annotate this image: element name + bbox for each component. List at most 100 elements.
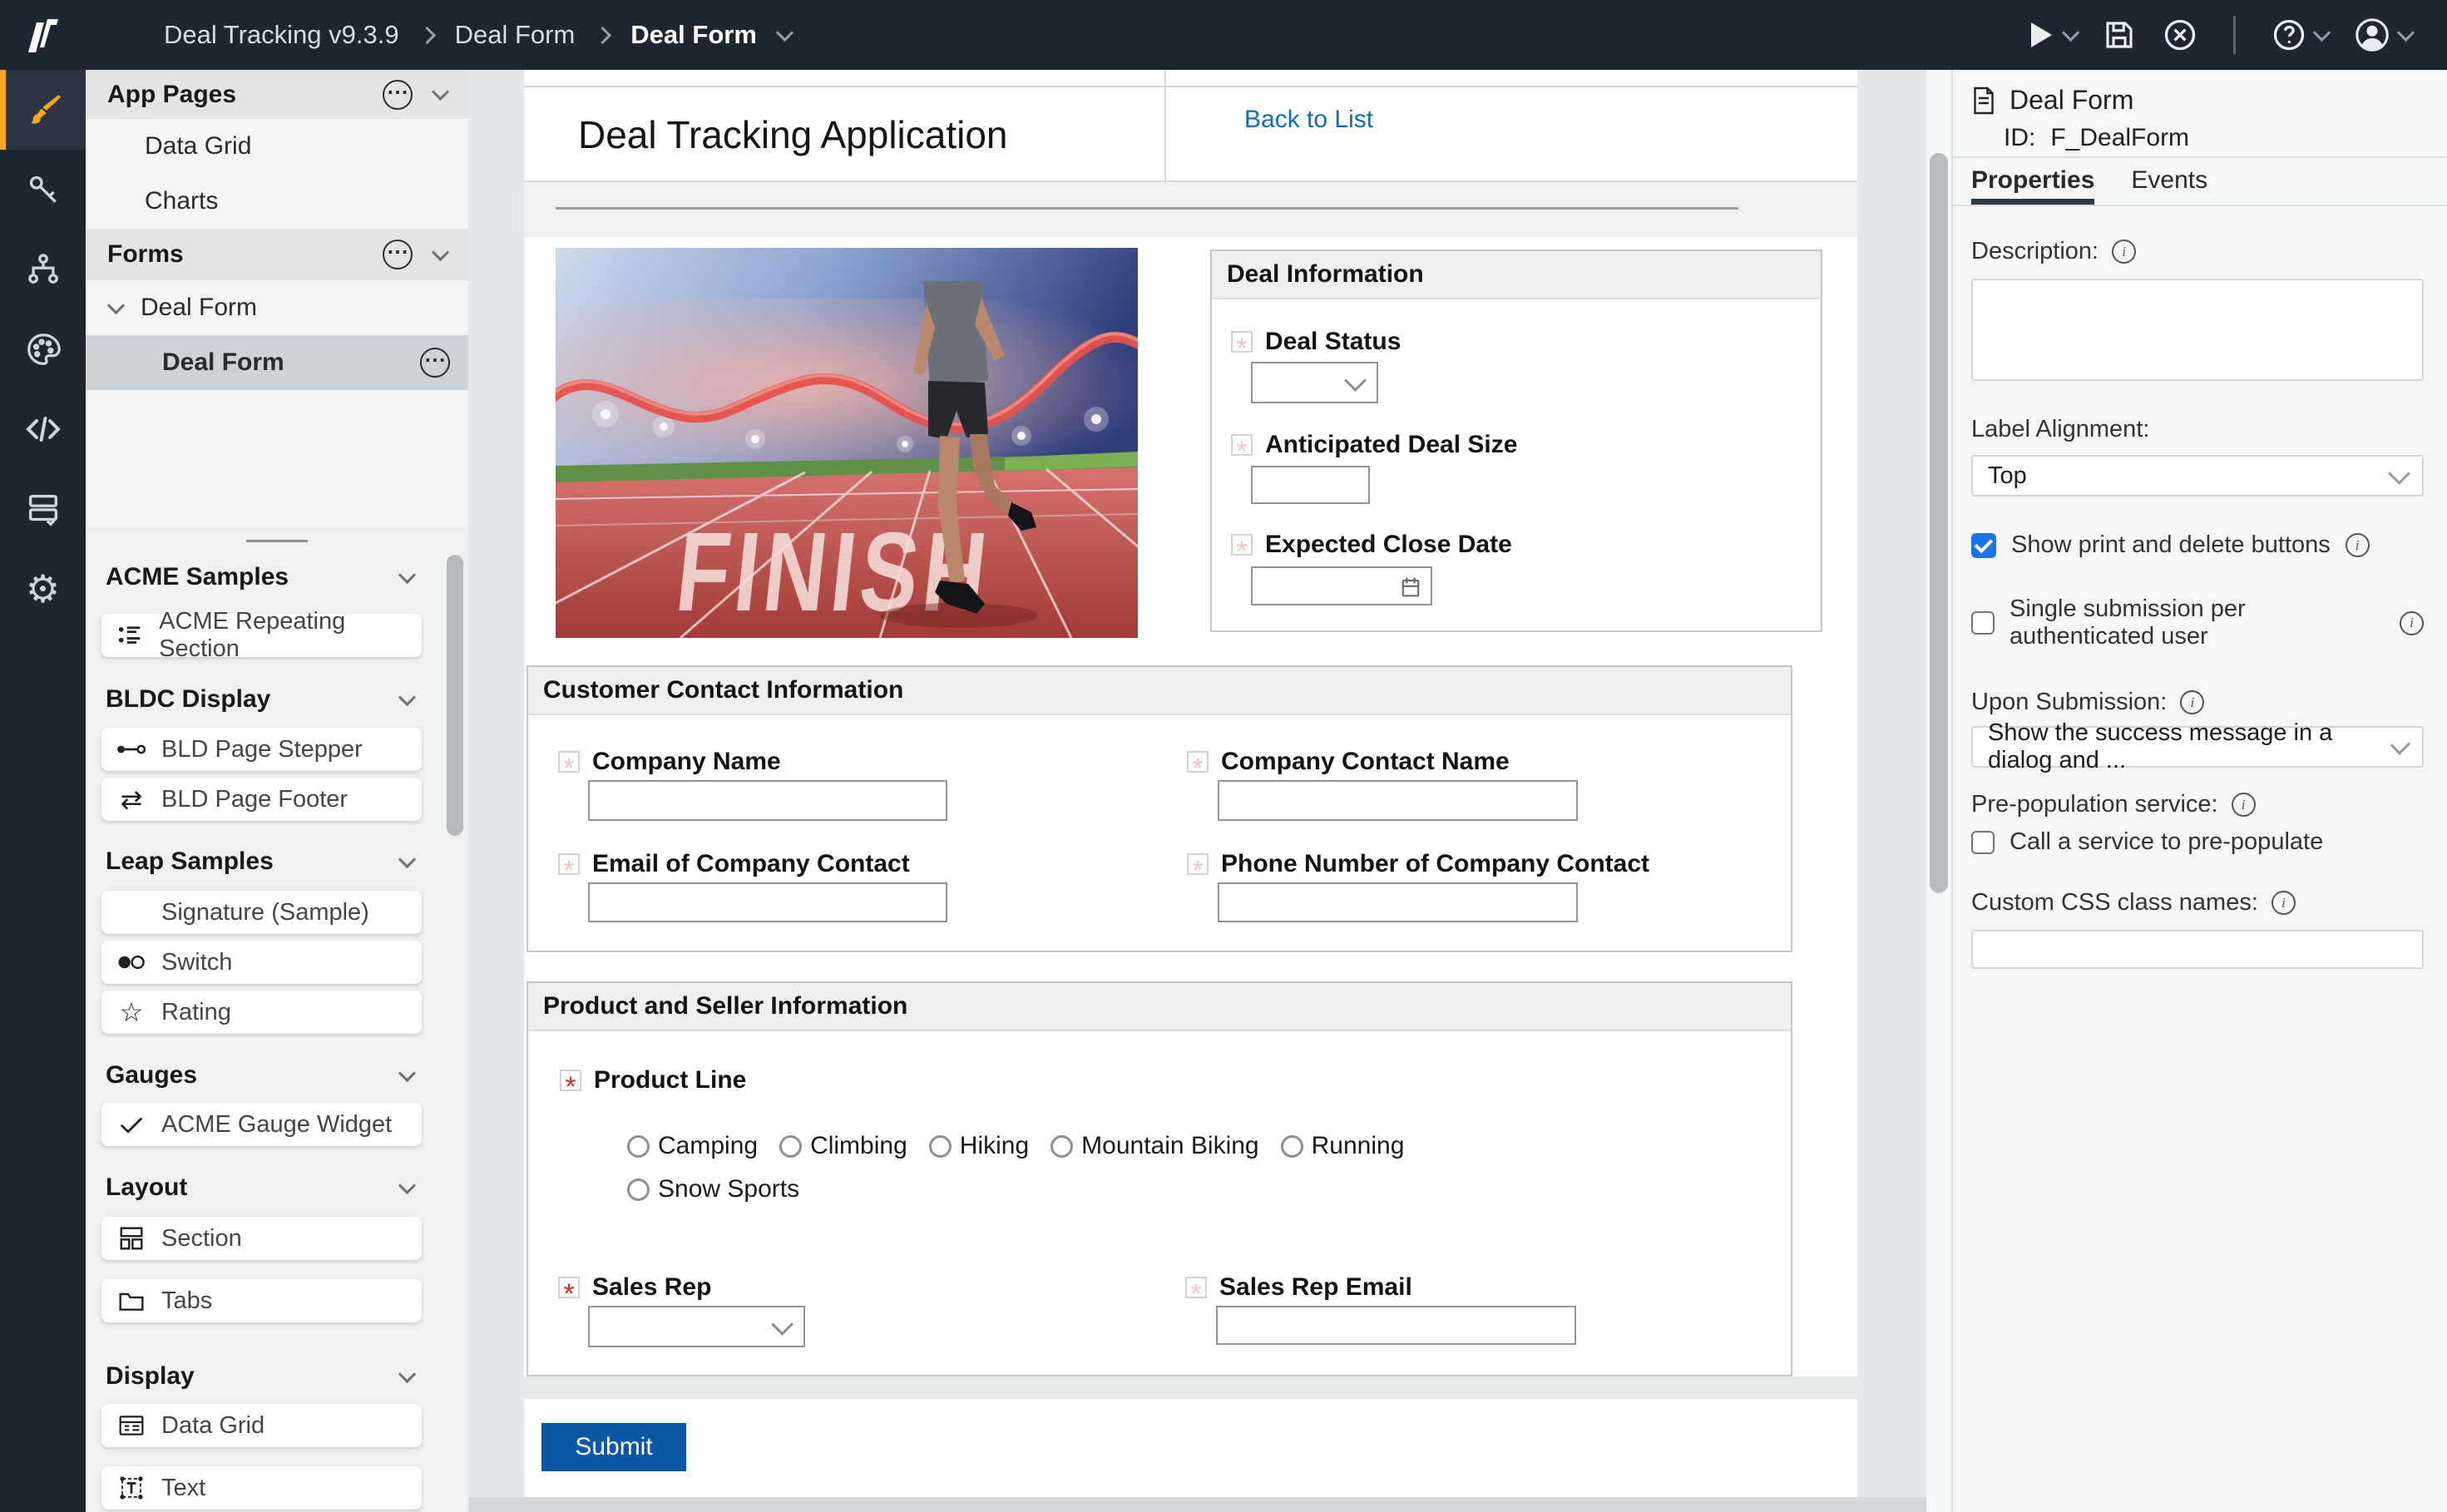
radio-snow-sports[interactable]: Snow Sports <box>627 1175 799 1203</box>
rail-design-paintbrush-icon[interactable] <box>0 70 86 150</box>
email-of-company-contact-input[interactable] <box>588 882 947 922</box>
palette-group-leap-samples[interactable]: Leap Samples <box>106 847 413 877</box>
customer-contact-section[interactable]: Customer Contact Information Company Nam… <box>526 665 1792 952</box>
palette-item-section[interactable]: Section <box>101 1217 422 1260</box>
show-print-checkbox-checked[interactable] <box>1971 533 1996 558</box>
required-indicator-checkbox[interactable] <box>560 1070 581 1091</box>
sales-rep-email-input[interactable] <box>1216 1306 1576 1345</box>
palette-item-text[interactable]: Text <box>101 1466 422 1510</box>
breadcrumb-page[interactable]: Deal Form <box>630 20 757 50</box>
sales-rep-select[interactable] <box>588 1306 805 1347</box>
rail-data-check-icon[interactable] <box>0 469 86 549</box>
required-indicator-checkbox[interactable] <box>1231 434 1253 456</box>
app-logo-icon[interactable] <box>0 16 86 54</box>
palette-item-signature-sample[interactable]: Signature (Sample) <box>101 891 422 934</box>
finish-line-image[interactable]: FINISH <box>556 248 1138 638</box>
required-indicator-checkbox[interactable] <box>558 751 580 773</box>
calendar-icon[interactable] <box>1399 575 1422 600</box>
info-icon[interactable]: i <box>2400 611 2424 635</box>
tab-events[interactable]: Events <box>2131 166 2207 205</box>
phone-number-input[interactable] <box>1218 882 1578 922</box>
expected-close-date-input[interactable] <box>1251 566 1432 605</box>
palette-group-gauges[interactable]: Gauges <box>106 1060 413 1090</box>
required-indicator-checkbox[interactable] <box>1187 853 1209 875</box>
deal-information-section[interactable]: Deal Information Deal Status Anticipated… <box>1210 250 1822 632</box>
palette-group-layout[interactable]: Layout <box>106 1173 413 1203</box>
form-page-title[interactable]: Deal Tracking Application <box>578 112 1008 157</box>
user-avatar[interactable] <box>2353 16 2412 54</box>
chevron-down-icon[interactable] <box>432 243 449 260</box>
section-app-pages[interactable]: App Pages ⋯ <box>86 70 468 119</box>
palette-item-switch[interactable]: Switch <box>101 941 422 984</box>
rail-key-icon[interactable] <box>0 150 86 230</box>
deal-status-select[interactable] <box>1251 362 1378 403</box>
anticipated-deal-size-input[interactable] <box>1251 466 1370 504</box>
chevron-down-icon[interactable] <box>432 83 449 101</box>
info-icon[interactable]: i <box>2272 891 2296 915</box>
help-button[interactable] <box>2271 17 2328 53</box>
info-icon[interactable]: i <box>2346 533 2370 557</box>
rail-hierarchy-icon[interactable] <box>0 230 86 309</box>
radio-mountain-biking[interactable]: Mountain Biking <box>1050 1132 1258 1160</box>
breadcrumb-section[interactable]: Deal Form <box>455 20 576 50</box>
submit-button[interactable]: Submit <box>541 1423 686 1471</box>
radio-camping[interactable]: Camping <box>627 1132 758 1160</box>
tab-properties[interactable]: Properties <box>1971 166 2094 205</box>
save-button[interactable] <box>2102 17 2137 52</box>
rail-theme-palette-icon[interactable] <box>0 309 86 389</box>
rail-settings-gear-icon[interactable]: ⚙ <box>0 549 86 629</box>
palette-group-display[interactable]: Display <box>106 1361 413 1391</box>
required-indicator-checkbox[interactable] <box>558 853 580 875</box>
info-icon[interactable]: i <box>2180 690 2204 714</box>
single-submission-checkbox[interactable] <box>1971 611 1995 635</box>
info-icon[interactable]: i <box>2232 793 2256 817</box>
canvas-scrollbar[interactable] <box>1926 70 1951 1512</box>
required-indicator-checkbox[interactable] <box>558 1277 580 1298</box>
required-indicator-checkbox[interactable] <box>1187 751 1209 773</box>
palette-item-tabs[interactable]: Tabs <box>101 1279 422 1322</box>
close-button[interactable] <box>2162 17 2198 53</box>
rail-code-icon[interactable] <box>0 389 86 469</box>
palette-item-bld-page-footer[interactable]: ⇄ BLD Page Footer <box>101 778 422 821</box>
required-indicator-checkbox[interactable] <box>1185 1277 1207 1298</box>
more-options-icon[interactable]: ⋯ <box>383 80 413 110</box>
custom-css-input[interactable] <box>1971 930 2424 969</box>
palette-item-rating[interactable]: ☆ Rating <box>101 991 422 1034</box>
page-item-charts[interactable]: Charts <box>86 174 468 229</box>
back-to-list-link[interactable]: Back to List <box>1244 106 1373 134</box>
chevron-down-icon[interactable] <box>776 23 793 41</box>
palette-group-acme-samples[interactable]: ACME Samples <box>106 562 413 592</box>
panel-resize-handle[interactable] <box>86 527 468 555</box>
upon-submission-select[interactable]: Show the success message in a dialog and… <box>1971 726 2424 768</box>
palette-group-bldc-display[interactable]: BLDC Display <box>106 684 413 714</box>
form-group-deal-form[interactable]: Deal Form <box>86 280 468 335</box>
required-indicator-checkbox[interactable] <box>1231 534 1253 556</box>
divider-widget-row[interactable] <box>524 182 1857 237</box>
title-row[interactable]: Deal Tracking Application Back to List <box>524 87 1857 182</box>
more-options-icon[interactable]: ⋯ <box>383 240 413 269</box>
palette-item-bld-page-stepper[interactable]: BLD Page Stepper <box>101 728 422 771</box>
explorer-scrollbar-thumb[interactable] <box>447 555 463 836</box>
form-item-deal-form-selected[interactable]: Deal Form ⋯ <box>86 335 468 390</box>
canvas-top-row[interactable] <box>524 70 1857 87</box>
company-name-input[interactable] <box>588 780 947 821</box>
prepopulation-checkbox[interactable] <box>1971 831 1995 854</box>
radio-climbing[interactable]: Climbing <box>779 1132 907 1160</box>
radio-hiking[interactable]: Hiking <box>929 1132 1029 1160</box>
section-forms[interactable]: Forms ⋯ <box>86 229 468 280</box>
page-item-data-grid[interactable]: Data Grid <box>86 119 468 174</box>
canvas-scrollbar-thumb[interactable] <box>1930 153 1948 893</box>
label-alignment-select[interactable]: Top <box>1971 455 2424 497</box>
description-textarea[interactable] <box>1971 279 2424 381</box>
more-options-icon[interactable]: ⋯ <box>420 348 450 378</box>
chevron-down-icon[interactable] <box>107 296 125 314</box>
palette-item-data-grid[interactable]: Data Grid <box>101 1404 422 1447</box>
palette-item-acme-repeating-section[interactable]: ACME Repeating Section <box>101 614 422 657</box>
info-icon[interactable]: i <box>2112 240 2136 264</box>
radio-running[interactable]: Running <box>1281 1132 1405 1160</box>
breadcrumb-app[interactable]: Deal Tracking v9.3.9 <box>164 20 399 50</box>
product-seller-section[interactable]: Product and Seller Information Product L… <box>526 981 1792 1376</box>
required-indicator-checkbox[interactable] <box>1231 331 1253 353</box>
palette-item-acme-gauge-widget[interactable]: ACME Gauge Widget <box>101 1103 422 1146</box>
preview-button[interactable] <box>2023 18 2077 52</box>
